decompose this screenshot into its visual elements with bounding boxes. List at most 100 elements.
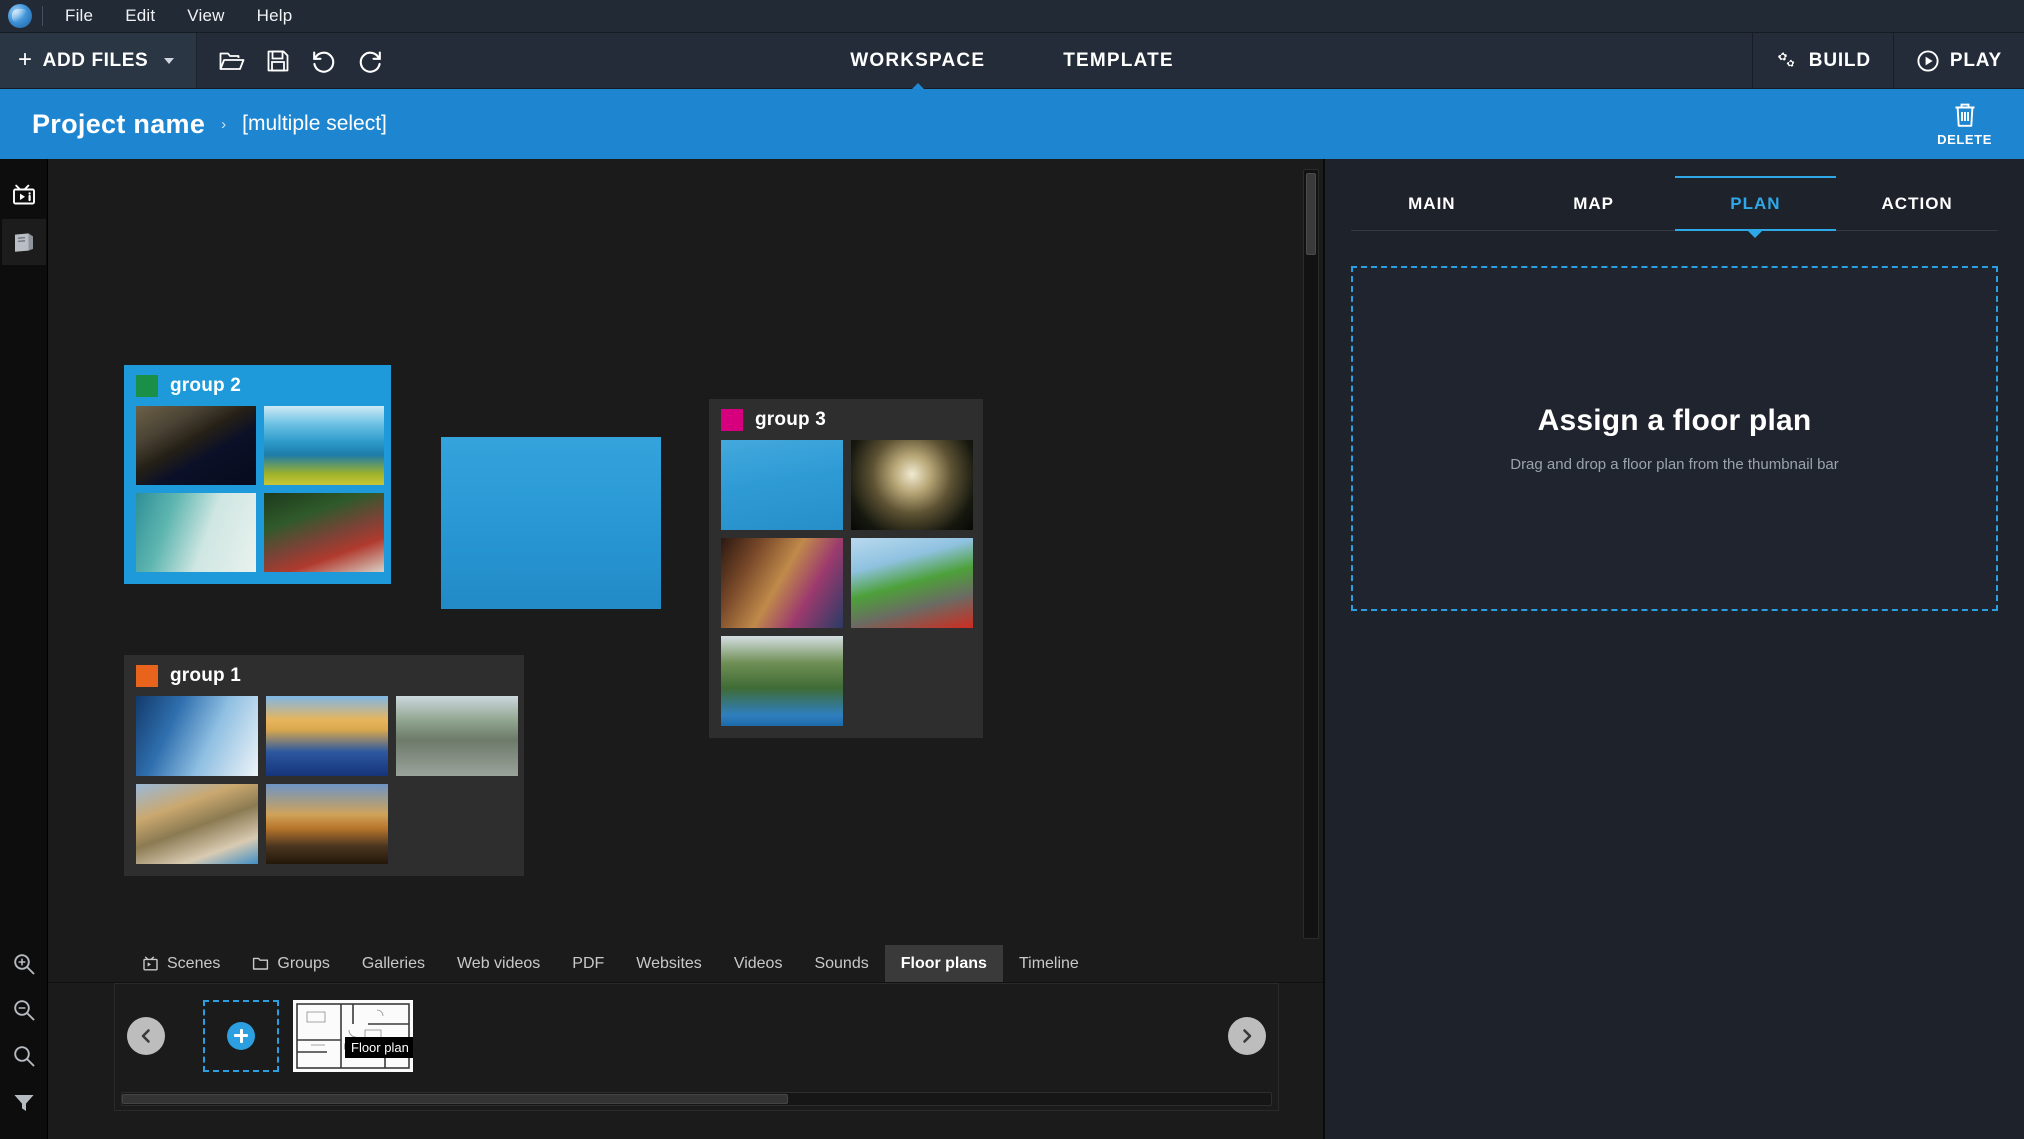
play-label: PLAY [1949,49,2002,71]
scene-thumbnail[interactable] [136,406,256,485]
funnel-icon [13,1095,34,1111]
dock-tab-sounds[interactable]: Sounds [798,945,884,982]
dropzone-title: Assign a floor plan [1537,404,1812,437]
redo-icon[interactable] [349,40,391,82]
add-files-label: ADD FILES [42,49,149,71]
breadcrumb-bar: Project name › [multiple select] DELETE [0,89,2024,159]
scene-thumbnail[interactable] [136,493,256,572]
filmstrip-scroll-area [114,1087,1279,1111]
group-box-group-3[interactable]: group 3 [709,399,983,738]
chevron-down-icon[interactable] [164,57,175,64]
scene-thumbnail[interactable] [264,493,384,572]
plus-icon: + [18,45,33,73]
toolbar-icon-group [197,33,405,88]
scene-thumbnail[interactable] [396,696,518,776]
gears-icon [1777,51,1794,67]
breadcrumb-current: [multiple select] [242,112,387,135]
group-thumbnail-grid [136,696,518,864]
floor-plan-dropzone[interactable]: Assign a floor plan Drag and drop a floo… [1351,266,1998,611]
add-files-button[interactable]: + ADD FILES [0,33,198,88]
workspace-canvas[interactable]: group 2 group 3 group 1 [48,159,1323,945]
scene-thumbnail[interactable] [721,440,843,530]
scrollbar-thumb[interactable] [122,1093,789,1104]
active-tab-notch [1748,231,1763,238]
dock-tab-bar: Scenes Groups Galleries Web videos PDF W… [48,945,1323,983]
add-floor-plan-slot[interactable] [203,999,279,1072]
scene-thumbnail[interactable] [266,696,388,776]
filmstrip-horizontal-scrollbar[interactable] [121,1091,1272,1106]
scene-thumbnail[interactable] [851,538,973,628]
left-toolbar-rail [0,159,48,1139]
scene-thumbnail[interactable] [721,538,843,628]
menu-help[interactable]: Help [241,1,309,31]
plus-circle-icon[interactable] [227,1021,255,1050]
tab-map[interactable]: MAP [1513,177,1675,230]
group-label: group 1 [170,665,242,686]
dock-tab-label: Scenes [167,954,221,972]
open-folder-icon[interactable] [211,40,253,82]
thumbnail-filmstrip: Floor plan 1 [114,983,1279,1087]
build-button[interactable]: BUILD [1751,33,1893,88]
scene-thumbnail[interactable] [266,784,388,864]
chevron-left-icon[interactable] [127,1016,165,1055]
main-body: group 2 group 3 group 1 Scenes Groups Ga… [0,159,2024,1139]
delete-label: DELETE [1937,132,1992,147]
group-color-swatch [721,409,743,431]
scenes-tv-icon[interactable] [2,173,46,219]
group-box-group-1[interactable]: group 1 [124,655,524,876]
menu-divider [42,6,43,26]
workspace-column: group 2 group 3 group 1 Scenes Groups Ga… [48,159,1324,1139]
zoom-fit-icon[interactable] [2,1033,46,1079]
menu-file[interactable]: File [49,1,109,31]
menu-edit[interactable]: Edit [109,1,171,31]
groups-folder-icon [253,957,269,970]
floor-plan-thumbnail[interactable]: Floor plan 1 [293,999,413,1072]
filter-icon[interactable] [2,1079,46,1125]
group-box-group-2[interactable]: group 2 [124,365,391,584]
menu-view[interactable]: View [171,1,240,31]
group-color-swatch [136,375,158,397]
floor-plan-caption: Floor plan 1 [345,1036,413,1058]
rail-bottom-tools [2,941,46,1139]
dock-tab-label: Groups [277,954,330,972]
tab-workspace[interactable]: WORKSPACE [840,42,995,80]
group-label: group 2 [170,375,242,396]
dock-tab-floor-plans[interactable]: Floor plans [884,945,1003,982]
group-thumbnail-grid [721,440,973,726]
scenes-icon [143,956,158,970]
scene-thumbnail[interactable] [851,440,973,530]
project-name[interactable]: Project name [32,109,205,140]
zoom-out-icon[interactable] [2,987,46,1033]
save-icon[interactable] [257,40,299,82]
dock-tab-scenes[interactable]: Scenes [126,945,236,982]
scene-thumbnail[interactable] [721,636,843,726]
library-book-icon[interactable] [1,219,46,265]
dock-tab-pdf[interactable]: PDF [556,945,620,982]
dock-tab-timeline[interactable]: Timeline [1003,945,1095,982]
dock-tab-videos[interactable]: Videos [718,945,799,982]
dock-tab-groups[interactable]: Groups [236,945,345,982]
scrollbar-thumb[interactable] [1306,173,1316,255]
delete-button[interactable]: DELETE [1927,97,2002,151]
tab-action[interactable]: ACTION [1836,177,1998,230]
dock-tab-web-videos[interactable]: Web videos [441,945,556,982]
tab-main[interactable]: MAIN [1351,177,1513,230]
toolbar-right-actions: BUILD PLAY [1751,33,2024,88]
scene-thumbnail-standalone[interactable] [441,437,661,609]
tab-template[interactable]: TEMPLATE [1053,42,1184,80]
scene-thumbnail[interactable] [264,406,384,485]
scene-thumbnail[interactable] [136,696,258,776]
group-thumbnail-grid [136,406,384,572]
dock-tab-galleries[interactable]: Galleries [346,945,441,982]
chevron-right-icon[interactable] [1228,1016,1266,1055]
group-color-swatch [136,665,158,687]
dock-tab-websites[interactable]: Websites [620,945,718,982]
play-button[interactable]: PLAY [1892,33,2024,88]
zoom-in-icon[interactable] [2,941,46,987]
trash-icon [1955,103,1975,127]
scene-thumbnail[interactable] [136,784,258,864]
canvas-vertical-scrollbar[interactable] [1303,169,1319,939]
tab-plan[interactable]: PLAN [1674,176,1837,238]
breadcrumb-separator: › [221,115,227,133]
undo-icon[interactable] [303,40,345,82]
